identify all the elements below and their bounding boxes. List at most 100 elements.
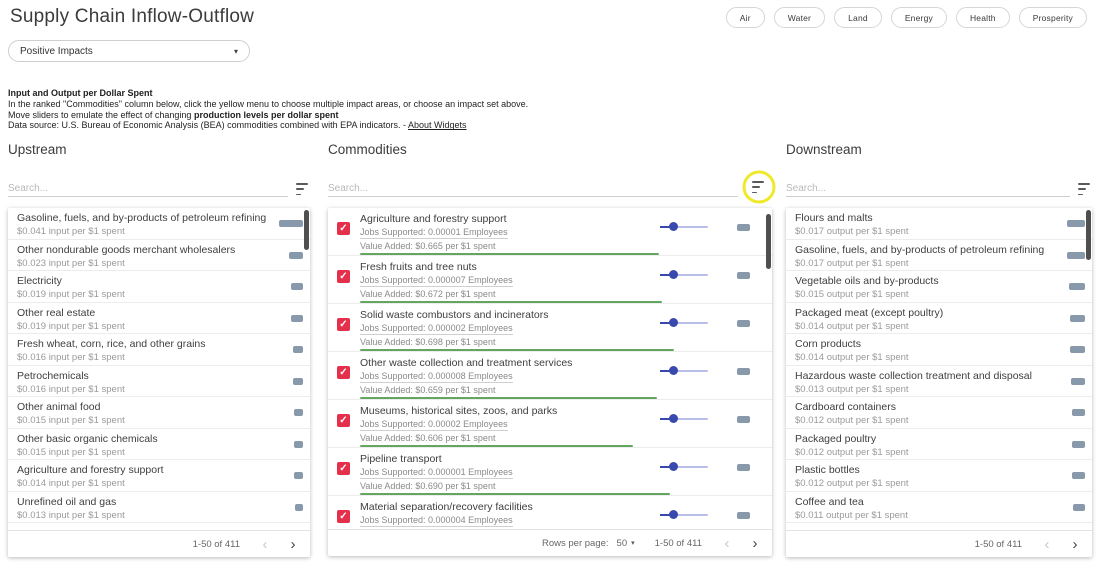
production-slider[interactable] (660, 510, 708, 520)
prev-page-button[interactable]: ‹ (1036, 537, 1058, 552)
slider-thumb[interactable] (669, 462, 678, 471)
item-name: Unrefined oil and gas (17, 496, 268, 508)
list-item: Other animal food$0.015 input per $1 spe… (8, 397, 310, 429)
slider-thumb[interactable] (669, 414, 678, 423)
production-slider[interactable] (660, 222, 708, 232)
slider-track (660, 514, 708, 516)
rows-per-page-label: Rows per page: (542, 538, 609, 549)
pagination-range: 1-50 of 411 (193, 539, 240, 550)
slider-thumb[interactable] (669, 510, 678, 519)
item-value: $0.017 output per $1 spent (795, 258, 1050, 269)
item-bar-icon (1069, 283, 1085, 290)
production-slider[interactable] (660, 366, 708, 376)
slider-thumb[interactable] (669, 318, 678, 327)
item-value: $0.012 output per $1 spent (795, 478, 1050, 489)
prev-page-button[interactable]: ‹ (254, 537, 276, 552)
item-name: Pipeline transport (360, 453, 640, 465)
production-slider[interactable] (660, 270, 708, 280)
production-slider[interactable] (660, 318, 708, 328)
search-input[interactable] (328, 181, 738, 197)
item-name: Agriculture and forestry support (17, 464, 268, 476)
commodity-checkbox[interactable]: ✓ (337, 414, 350, 427)
prev-page-button[interactable]: ‹ (716, 536, 738, 551)
next-page-button[interactable]: › (1064, 537, 1086, 552)
scrollbar-thumb[interactable] (304, 210, 309, 250)
list-item: Packaged poultry$0.012 output per $1 spe… (786, 429, 1092, 461)
commodity-row: ✓ Material separation/recovery facilities… (328, 496, 772, 529)
upstream-column: Upstream Gasoline, fuels, and by-product… (8, 142, 310, 557)
value-added: Value Added: $0.698 per $1 spent (360, 337, 640, 347)
item-bar-icon (294, 441, 303, 448)
commodity-checkbox[interactable]: ✓ (337, 462, 350, 475)
list-item: Petrochemicals$0.016 input per $1 spent (8, 366, 310, 398)
production-slider[interactable] (660, 414, 708, 424)
rows-per-page-value: 50 (617, 538, 628, 549)
impact-buttons: Air Water Land Energy Health Prosperity (726, 7, 1087, 28)
next-page-button[interactable]: › (282, 537, 304, 552)
jobs-supported: Jobs Supported: 0.000007 Employees (360, 275, 513, 287)
item-name: Corn products (795, 338, 1050, 350)
upstream-pagination: 1-50 of 411 ‹ › (8, 530, 310, 557)
item-name: Coffee and tea (795, 496, 1050, 508)
item-value: $0.013 output per $1 spent (795, 384, 1050, 395)
item-value: $0.015 input per $1 spent (17, 447, 268, 458)
slider-thumb[interactable] (669, 366, 678, 375)
commodity-checkbox[interactable]: ✓ (337, 366, 350, 379)
chevron-down-icon: ▾ (234, 47, 238, 56)
slider-thumb[interactable] (669, 222, 678, 231)
item-name: Gasoline, fuels, and by-products of petr… (795, 244, 1050, 256)
item-bar-icon (1072, 409, 1085, 416)
impact-button-air[interactable]: Air (726, 7, 765, 28)
commodity-checkbox[interactable]: ✓ (337, 222, 350, 235)
description-heading: Input and Output per Dollar Spent (8, 88, 528, 99)
commodity-row: ✓Pipeline transportJobs Supported: 0.000… (328, 448, 772, 496)
slider-track (660, 370, 708, 372)
list-item: Other basic organic chemicals$0.015 inpu… (8, 429, 310, 461)
pagination-range: 1-50 of 411 (655, 538, 702, 549)
scrollbar-thumb[interactable] (1086, 210, 1091, 260)
impact-set-dropdown[interactable]: Positive Impacts ▾ (8, 40, 250, 62)
item-name: Petrochemicals (17, 370, 268, 382)
impact-button-energy[interactable]: Energy (891, 7, 947, 28)
impact-button-health[interactable]: Health (956, 7, 1010, 28)
commodity-content: Material separation/recovery facilitiesJ… (360, 501, 640, 527)
slider-thumb[interactable] (669, 270, 678, 279)
chevron-down-icon: ▾ (631, 539, 635, 547)
sort-filter-icon[interactable] (1078, 181, 1092, 197)
item-value: $0.014 output per $1 spent (795, 321, 1050, 332)
item-value: $0.019 input per $1 spent (17, 289, 268, 300)
item-value: $0.014 output per $1 spent (795, 352, 1050, 363)
commodities-header: Commodities (328, 142, 772, 157)
impact-button-water[interactable]: Water (774, 7, 825, 28)
item-name: Hazardous waste collection treatment and… (795, 370, 1050, 382)
impact-menu-icon[interactable] (752, 179, 766, 195)
description-line2: Move sliders to emulate the effect of ch… (8, 110, 528, 121)
sort-filter-icon[interactable] (296, 181, 310, 197)
jobs-supported: Jobs Supported: 0.00001 Employees (360, 227, 508, 239)
about-widgets-link[interactable]: About Widgets (408, 120, 467, 130)
next-page-button[interactable]: › (744, 536, 766, 551)
slider-track (660, 274, 708, 276)
commodity-content: Fresh fruits and tree nutsJobs Supported… (360, 261, 640, 303)
commodity-checkbox[interactable]: ✓ (337, 510, 350, 523)
scrollbar-thumb[interactable] (766, 214, 771, 269)
description: Input and Output per Dollar Spent In the… (8, 88, 528, 131)
slider-track (660, 226, 708, 228)
search-input[interactable] (8, 181, 288, 197)
commodity-checkbox[interactable]: ✓ (337, 270, 350, 283)
item-bar-icon (294, 472, 303, 479)
production-slider[interactable] (660, 462, 708, 472)
downstream-card: Flours and malts$0.017 output per $1 spe… (786, 208, 1092, 557)
impact-button-prosperity[interactable]: Prosperity (1019, 7, 1087, 28)
rows-per-page-select[interactable]: 50 ▾ (617, 538, 635, 549)
commodity-checkbox[interactable]: ✓ (337, 318, 350, 331)
item-name: Fresh wheat, corn, rice, and other grain… (17, 338, 268, 350)
item-value: $0.014 input per $1 spent (17, 478, 268, 489)
commodities-column: Commodities ✓Agriculture and forestry su… (328, 142, 772, 556)
commodity-row: ✓ Museums, historical sites, zoos, and pa… (328, 400, 772, 448)
item-name: Gasoline, fuels, and by-products of petr… (17, 212, 268, 224)
search-input[interactable] (786, 181, 1070, 197)
item-name: Museums, historical sites, zoos, and par… (360, 405, 640, 417)
impact-button-land[interactable]: Land (834, 7, 882, 28)
description-line3: Data source: U.S. Bureau of Economic Ana… (8, 120, 528, 131)
